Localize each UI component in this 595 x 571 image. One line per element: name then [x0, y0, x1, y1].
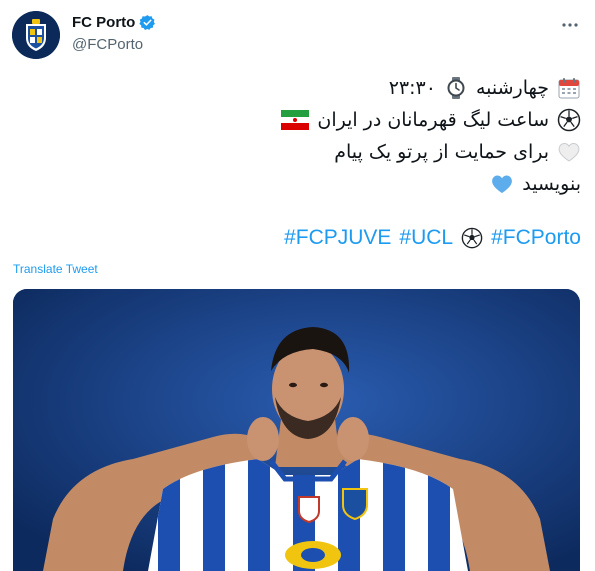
white-heart-icon — [558, 142, 580, 162]
tweet-line-4: بنویسید — [21, 168, 581, 200]
tweet-line-3: برای حمایت از پرتو یک پیام — [21, 136, 581, 168]
calendar-icon — [558, 78, 580, 99]
more-icon — [562, 23, 578, 27]
more-options-button[interactable] — [559, 14, 581, 36]
tweet-line-1-text: چهارشنبه — [475, 77, 549, 99]
soccer-ball-icon — [461, 227, 483, 249]
watch-icon — [447, 77, 465, 99]
tweet-line-1: چهارشنبه ۲۳:۳۰ — [21, 72, 581, 104]
tweet-text: چهارشنبه ۲۳:۳۰ ساعت لیگ قهرمانان در ایرا… — [21, 72, 581, 200]
hashtag-fcpjuve[interactable]: #FCPJUVE — [284, 226, 391, 250]
tweet-line-4-text: بنویسید — [522, 173, 581, 195]
name-row: FC Porto — [72, 14, 156, 31]
handle[interactable]: @FCPorto — [72, 36, 143, 53]
tweet-line-2: ساعت لیگ قهرمانان در ایران — [21, 104, 581, 136]
tweet-header: FC Porto @FCPorto — [0, 0, 595, 70]
hashtags: #FCPJUVE #UCL #FCPorto — [284, 226, 581, 250]
iran-flag-icon — [281, 110, 310, 130]
player-photo — [13, 289, 580, 571]
fc-porto-crest-icon — [12, 11, 60, 59]
hashtag-ucl[interactable]: #UCL — [399, 226, 453, 250]
tweet-line-2-text: ساعت لیگ قهرمانان در ایران — [317, 109, 549, 131]
hashtag-fcporto[interactable]: #FCPorto — [491, 226, 581, 250]
verified-badge-icon — [139, 15, 156, 30]
tweet-line-1-time: ۲۳:۳۰ — [388, 77, 436, 99]
translate-tweet-link[interactable]: Translate Tweet — [13, 262, 98, 276]
avatar[interactable] — [12, 11, 60, 59]
soccer-ball-icon — [557, 108, 581, 132]
tweet-photo[interactable] — [13, 289, 580, 571]
tweet-line-3-text: برای حمایت از پرتو یک پیام — [334, 141, 549, 163]
blue-heart-icon — [492, 175, 513, 193]
display-name[interactable]: FC Porto — [72, 14, 135, 31]
